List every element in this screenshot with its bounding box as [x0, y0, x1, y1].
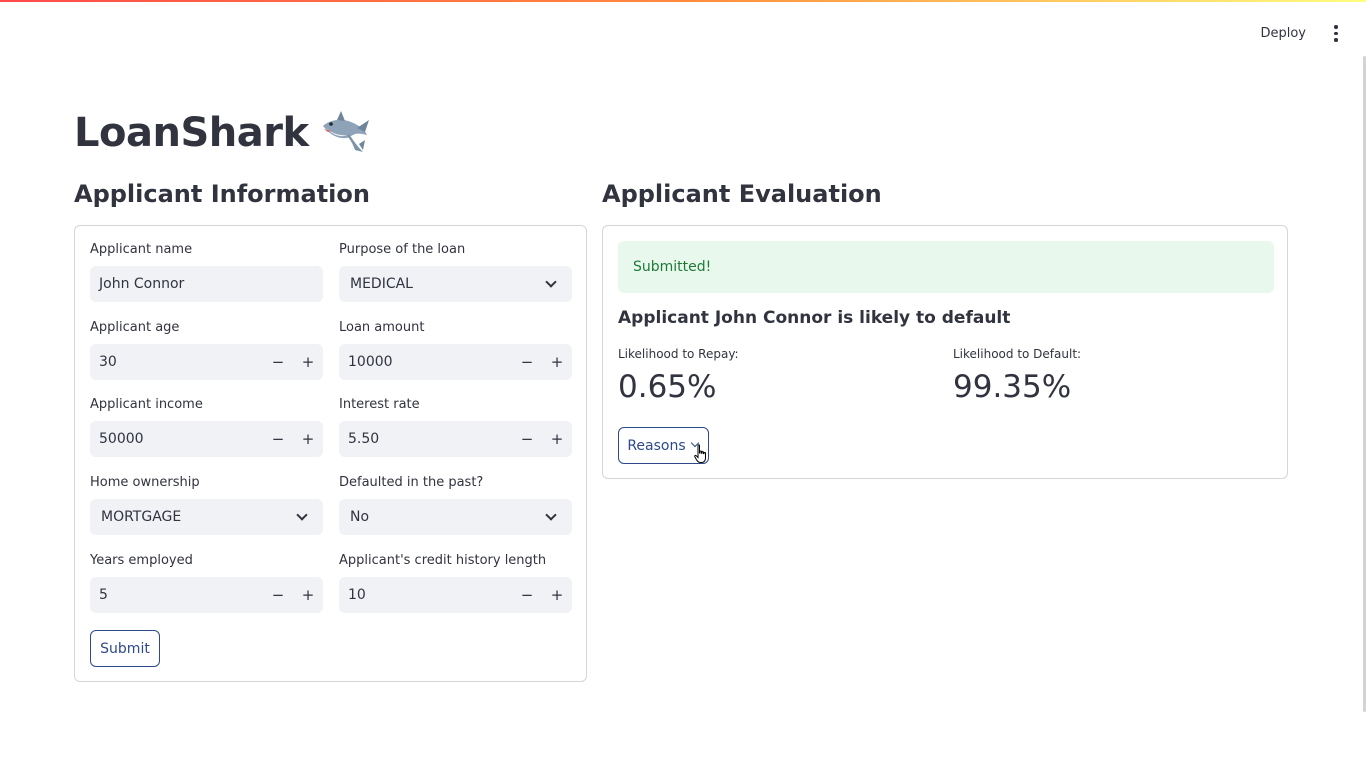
hand-pointer-icon — [694, 444, 706, 463]
loan-purpose-select[interactable]: MEDICAL — [339, 266, 572, 302]
defaulted-past-label: Defaulted in the past? — [339, 475, 484, 490]
defaulted-past-select[interactable]: No — [339, 499, 572, 535]
default-metric-value: 99.35% — [953, 369, 1072, 405]
income-decrement-button[interactable]: − — [263, 421, 293, 457]
applicant-eval-heading: Applicant Evaluation — [602, 180, 882, 208]
years-employed-label: Years employed — [90, 553, 193, 568]
repay-metric: Likelihood to Repay: 0.65% — [618, 347, 739, 405]
home-ownership-value: MORTGAGE — [101, 509, 182, 525]
field-applicant-name: Applicant name John Connor — [90, 242, 323, 302]
repay-metric-value: 0.65% — [618, 369, 717, 405]
credit-history-value: 10 — [348, 587, 366, 603]
loan-amount-label: Loan amount — [339, 320, 425, 335]
applicant-age-label: Applicant age — [90, 320, 180, 335]
verdict-text: Applicant John Connor is likely to defau… — [618, 308, 1011, 328]
field-home-ownership: Home ownership MORTGAGE — [90, 475, 323, 535]
submit-button[interactable]: Submit — [90, 630, 160, 667]
applicant-income-input[interactable]: 50000 − + — [90, 421, 323, 457]
page-title: LoanShark — [74, 108, 371, 158]
loan-purpose-label: Purpose of the loan — [339, 242, 466, 257]
field-defaulted-past: Defaulted in the past? No — [339, 475, 572, 535]
applicant-income-label: Applicant income — [90, 397, 203, 412]
applicant-form: Applicant name John Connor Purpose of th… — [74, 225, 587, 682]
main-menu-icon[interactable] — [1328, 23, 1344, 45]
credit-history-input[interactable]: 10 − + — [339, 577, 572, 613]
applicant-name-label: Applicant name — [90, 242, 193, 257]
top-decoration-bar — [0, 0, 1366, 2]
interest-rate-value: 5.50 — [348, 431, 380, 447]
deploy-button[interactable]: Deploy — [1252, 22, 1314, 45]
applicant-age-value: 30 — [99, 354, 117, 370]
success-alert: Submitted! — [618, 241, 1274, 293]
applicant-income-value: 50000 — [99, 431, 144, 447]
page-title-text: LoanShark — [74, 110, 309, 156]
interest-rate-label: Interest rate — [339, 397, 420, 412]
amount-increment-button[interactable]: + — [542, 344, 572, 380]
evaluation-panel: Submitted! Applicant John Connor is like… — [602, 225, 1288, 479]
applicant-name-input[interactable]: John Connor — [90, 266, 323, 302]
credit-decrement-button[interactable]: − — [512, 577, 542, 613]
chevron-down-icon — [546, 512, 556, 522]
field-applicant-income: Applicant income 50000 − + — [90, 397, 323, 457]
amount-decrement-button[interactable]: − — [512, 344, 542, 380]
chevron-down-icon — [297, 512, 307, 522]
applicant-info-heading: Applicant Information — [74, 180, 370, 208]
chevron-down-icon — [546, 279, 556, 289]
credit-history-label: Applicant's credit history length — [339, 553, 547, 568]
income-increment-button[interactable]: + — [293, 421, 323, 457]
field-years-employed: Years employed 5 − + — [90, 553, 323, 613]
years-employed-value: 5 — [99, 587, 108, 603]
interest-rate-input[interactable]: 5.50 − + — [339, 421, 572, 457]
age-decrement-button[interactable]: − — [263, 344, 293, 380]
loan-amount-value: 10000 — [348, 354, 393, 370]
applicant-name-value: John Connor — [99, 276, 185, 292]
shark-icon — [322, 111, 369, 152]
reasons-button-label: Reasons — [627, 437, 686, 454]
rate-decrement-button[interactable]: − — [512, 421, 542, 457]
default-metric: Likelihood to Default: 99.35% — [953, 347, 1081, 405]
years-decrement-button[interactable]: − — [263, 577, 293, 613]
credit-increment-button[interactable]: + — [542, 577, 572, 613]
field-applicant-age: Applicant age 30 − + — [90, 320, 323, 380]
age-increment-button[interactable]: + — [293, 344, 323, 380]
loan-amount-input[interactable]: 10000 − + — [339, 344, 572, 380]
rate-increment-button[interactable]: + — [542, 421, 572, 457]
field-credit-history: Applicant's credit history length 10 − + — [339, 553, 572, 613]
home-ownership-label: Home ownership — [90, 475, 200, 490]
applicant-age-input[interactable]: 30 − + — [90, 344, 323, 380]
repay-metric-label: Likelihood to Repay: — [618, 347, 739, 361]
years-employed-input[interactable]: 5 − + — [90, 577, 323, 613]
home-ownership-select[interactable]: MORTGAGE — [90, 499, 323, 535]
app-header-toolbar: Deploy — [1252, 22, 1344, 45]
field-loan-amount: Loan amount 10000 − + — [339, 320, 572, 380]
defaulted-past-value: No — [350, 509, 370, 525]
years-increment-button[interactable]: + — [293, 577, 323, 613]
field-interest-rate: Interest rate 5.50 − + — [339, 397, 572, 457]
default-metric-label: Likelihood to Default: — [953, 347, 1082, 361]
field-loan-purpose: Purpose of the loan MEDICAL — [339, 242, 572, 302]
loan-purpose-value: MEDICAL — [350, 276, 413, 292]
